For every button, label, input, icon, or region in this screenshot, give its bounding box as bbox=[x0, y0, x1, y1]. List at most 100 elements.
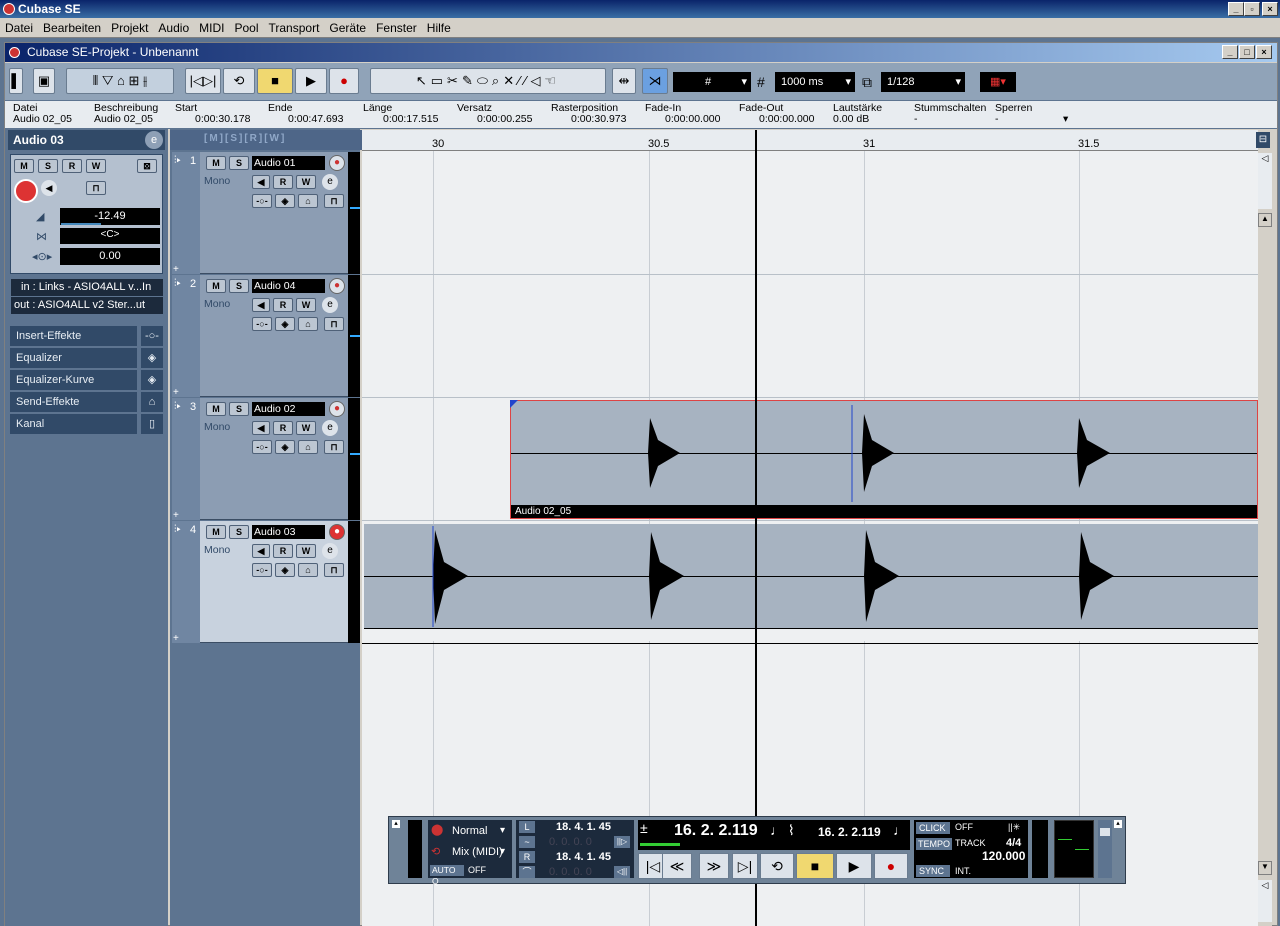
send-icon[interactable]: ⌂ bbox=[141, 392, 163, 412]
input-routing-select[interactable]: in : Links - ASIO4ALL v...In bbox=[11, 279, 163, 296]
tempo-button[interactable]: TEMPO bbox=[916, 838, 952, 850]
menu-bearbeiten[interactable]: Bearbeiten bbox=[38, 18, 106, 38]
snap-icon[interactable]: ⋊ bbox=[642, 68, 668, 94]
track-read-button[interactable]: R bbox=[273, 175, 293, 189]
track-write-button[interactable]: W bbox=[296, 298, 316, 312]
track-eq-icon[interactable]: ◈ bbox=[275, 563, 295, 577]
transport-output-fader[interactable] bbox=[1098, 820, 1112, 878]
inspector-solo-button[interactable]: S bbox=[38, 159, 58, 173]
output-routing-select[interactable]: out : ASIO4ALL v2 Ster...ut bbox=[11, 297, 163, 314]
playhead-cursor[interactable] bbox=[755, 130, 757, 926]
track-mute-button[interactable]: M bbox=[206, 525, 226, 539]
track-solo-button[interactable]: S bbox=[229, 402, 249, 416]
click-button[interactable]: CLICK bbox=[916, 822, 950, 834]
vertical-scrollbar[interactable] bbox=[1258, 151, 1272, 926]
track-record-icon[interactable]: ● bbox=[329, 278, 345, 294]
primary-time-display[interactable]: 16. 2. 2.119 bbox=[674, 822, 758, 840]
track-record-icon[interactable]: ● bbox=[329, 401, 345, 417]
zoom-slider[interactable]: ◁ bbox=[1258, 153, 1272, 209]
menu-projekt[interactable]: Projekt bbox=[106, 18, 153, 38]
color-select-icon[interactable]: ▦▾ bbox=[980, 72, 1016, 92]
quantize-select[interactable]: 1/128 ▾ bbox=[881, 72, 965, 92]
track-solo-button[interactable]: S bbox=[229, 279, 249, 293]
track-expand-icon[interactable]: + bbox=[173, 633, 179, 644]
track-read-button[interactable]: R bbox=[273, 298, 293, 312]
track-record-icon[interactable]: ● bbox=[329, 155, 345, 171]
inspector-monitor-icon[interactable]: ◀ bbox=[41, 180, 57, 196]
inspector-track-name[interactable]: Audio 03 bbox=[8, 130, 165, 150]
track-monitor-icon[interactable]: ◀ bbox=[252, 421, 270, 435]
track-read-button[interactable]: R bbox=[273, 421, 293, 435]
record-mode[interactable]: Normal bbox=[452, 825, 487, 837]
cycle-button[interactable]: ⟲ bbox=[223, 68, 255, 94]
track-insert-icon[interactable]: -○- bbox=[252, 194, 272, 208]
height-zoom-slider[interactable]: ◁ bbox=[1258, 880, 1272, 922]
left-locator-value[interactable]: 18. 4. 1. 45 bbox=[556, 821, 611, 833]
menu-audio[interactable]: Audio bbox=[153, 18, 194, 38]
track-name[interactable]: Audio 01 bbox=[252, 156, 325, 170]
track-lock-icon[interactable]: ⊓ bbox=[324, 563, 344, 577]
nudge-icon[interactable]: ± bbox=[640, 820, 648, 836]
track-monitor-icon[interactable]: ◀ bbox=[252, 298, 270, 312]
record-mode-dropdown-icon[interactable]: ▾ bbox=[500, 825, 505, 836]
delay-value[interactable]: 0.00 bbox=[60, 248, 160, 265]
punch-in-icon[interactable]: ||▷ bbox=[614, 836, 630, 848]
rewind-button[interactable]: ≪ bbox=[662, 853, 692, 879]
track-edit-icon[interactable]: e bbox=[322, 543, 338, 559]
track-eq-icon[interactable]: ◈ bbox=[275, 194, 295, 208]
transport-close-icon[interactable]: ▴ bbox=[392, 820, 400, 828]
track-edit-icon[interactable]: e bbox=[322, 297, 338, 313]
track-insert-icon[interactable]: -○- bbox=[252, 440, 272, 454]
project-close-button[interactable]: × bbox=[1256, 45, 1272, 59]
track-row-selected[interactable] bbox=[172, 521, 360, 643]
pan-value[interactable]: <C> bbox=[60, 228, 160, 244]
insert-icon[interactable]: -○- bbox=[141, 326, 163, 346]
stop-button[interactable]: ■ bbox=[257, 68, 293, 94]
equalizer-curve-icon[interactable]: ◈ bbox=[141, 370, 163, 390]
inspector-mute-button[interactable]: M bbox=[14, 159, 34, 173]
punch-out-icon[interactable]: ◁|| bbox=[614, 866, 630, 878]
play-button[interactable]: ▶ bbox=[295, 68, 327, 94]
track-name[interactable]: Audio 03 bbox=[252, 525, 325, 539]
section-equalizer-kurve[interactable]: Equalizer-Kurve bbox=[10, 370, 137, 390]
track-lock-icon[interactable]: ⊓ bbox=[324, 317, 344, 331]
track-edit-icon[interactable]: e bbox=[322, 174, 338, 190]
cycle-record-mode[interactable]: Mix (MIDI) bbox=[452, 846, 503, 858]
autoq-label[interactable]: AUTO Q bbox=[430, 865, 464, 886]
track-monitor-icon[interactable]: ◀ bbox=[252, 544, 270, 558]
minimize-button[interactable]: _ bbox=[1228, 2, 1244, 16]
secondary-time-format-icon[interactable]: ♩ bbox=[893, 822, 907, 838]
project-minimize-button[interactable]: _ bbox=[1222, 45, 1238, 59]
record-button[interactable]: ● bbox=[329, 68, 359, 94]
track-record-icon[interactable]: ● bbox=[329, 524, 345, 540]
track-expand-icon[interactable]: + bbox=[173, 510, 179, 521]
inspector-lock-icon[interactable]: ⊓ bbox=[86, 181, 106, 195]
menu-pool[interactable]: Pool bbox=[229, 18, 263, 38]
section-equalizer[interactable]: Equalizer bbox=[10, 348, 137, 368]
track-expand-icon[interactable]: + bbox=[173, 264, 179, 275]
ruler-options-icon[interactable]: ⊟ bbox=[1256, 132, 1270, 148]
transport-record-button[interactable]: ● bbox=[874, 853, 908, 879]
goto-start-end-icon[interactable]: |◁▷| bbox=[185, 68, 221, 94]
track-mute-button[interactable]: M bbox=[206, 279, 226, 293]
goto-end-button[interactable]: ▷| bbox=[732, 853, 758, 879]
transport-play-button[interactable]: ▶ bbox=[836, 853, 872, 879]
inspector-record-enable-icon[interactable] bbox=[14, 179, 38, 203]
menu-geraete[interactable]: Geräte bbox=[324, 18, 371, 38]
secondary-time-display[interactable]: 16. 2. 2.119 bbox=[818, 825, 881, 839]
track-lock-icon[interactable]: ⊓ bbox=[324, 440, 344, 454]
inspector-write-button[interactable]: W bbox=[86, 159, 106, 173]
track-solo-button[interactable]: S bbox=[229, 525, 249, 539]
track-name[interactable]: Audio 04 bbox=[252, 279, 325, 293]
cycle-mode-dropdown-icon[interactable]: ▾ bbox=[500, 846, 505, 857]
section-kanal[interactable]: Kanal bbox=[10, 414, 137, 434]
tool-palette[interactable]: ↖▭✂✎⬭⌕✕⁄⁄◁☜ bbox=[370, 68, 606, 94]
right-locator-value[interactable]: 18. 4. 1. 45 bbox=[556, 851, 611, 863]
grid-type-select[interactable]: # ▾ bbox=[673, 72, 751, 92]
section-insert-effekte[interactable]: Insert-Effekte bbox=[10, 326, 137, 346]
track-eq-icon[interactable]: ◈ bbox=[275, 317, 295, 331]
window-layout-buttons[interactable]: ⫴ ▽ ⌂ ⊞ ⫲ bbox=[66, 68, 174, 94]
track-write-button[interactable]: W bbox=[296, 175, 316, 189]
track-lock-icon[interactable]: ⊓ bbox=[324, 194, 344, 208]
menu-hilfe[interactable]: Hilfe bbox=[422, 18, 456, 38]
